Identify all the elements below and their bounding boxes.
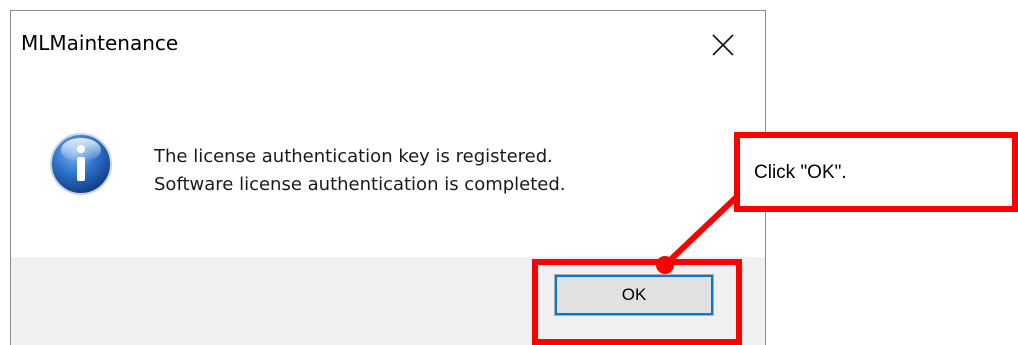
close-button[interactable] [709, 31, 737, 59]
ok-highlight-box [532, 259, 742, 345]
dialog-content: The license authentication key is regist… [11, 81, 765, 257]
dialog-titlebar[interactable]: MLMaintenance [11, 11, 765, 81]
message-line-2: Software license authentication is compl… [154, 174, 566, 195]
close-icon [712, 34, 734, 56]
screenshot-stage: MLMaintenance The license authentication… [0, 0, 1018, 345]
dialog-title: MLMaintenance [21, 31, 179, 55]
message-line-1: The license authentication key is regist… [154, 146, 553, 167]
info-icon [49, 132, 113, 196]
callout-text: Click "OK". [754, 162, 847, 183]
dialog-message: The license authentication key is regist… [154, 143, 566, 199]
callout-box: Click "OK". [734, 132, 1018, 212]
